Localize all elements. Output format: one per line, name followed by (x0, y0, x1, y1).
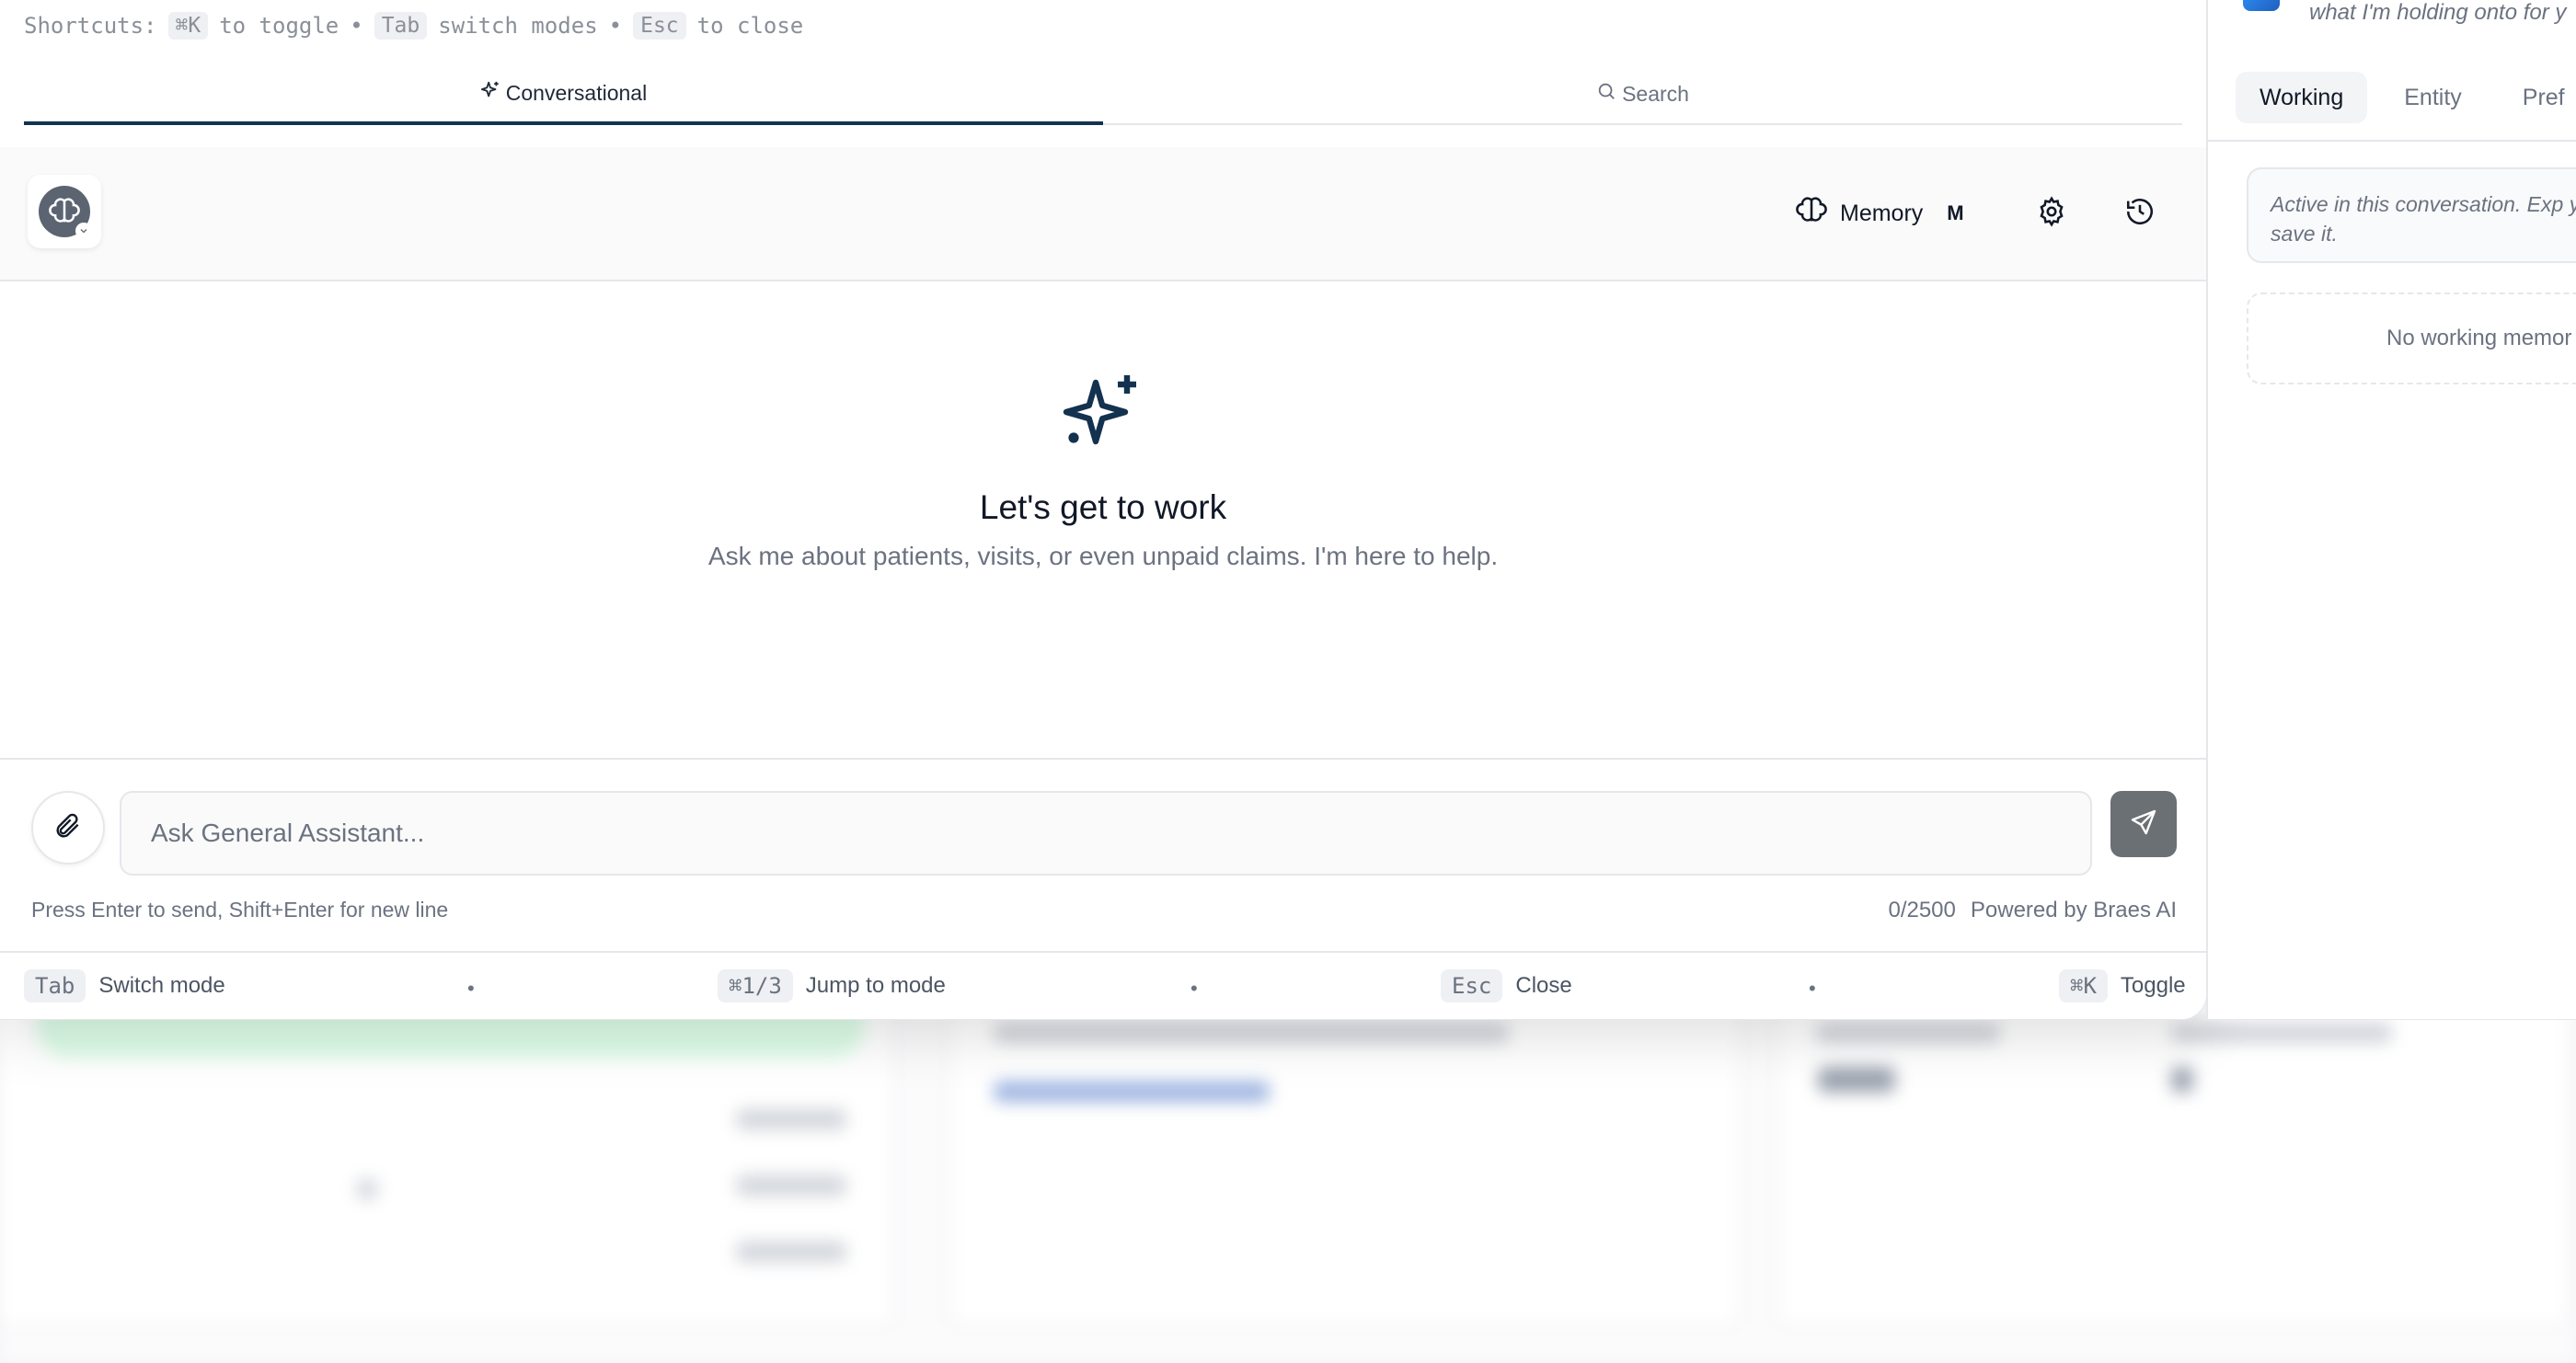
tab-preferences[interactable]: Pref (2499, 72, 2576, 123)
panel-intro: what I'm holding onto for y (2309, 0, 2567, 25)
shortcut-text: switch modes (438, 13, 598, 39)
paperclip-icon (53, 811, 83, 845)
send-icon (2129, 807, 2158, 842)
kbd-toggle: ⌘K (167, 12, 209, 40)
kbd-key: Esc (1441, 969, 1503, 1002)
kbd-key: ⌘1/3 (718, 969, 793, 1002)
message-input[interactable] (120, 791, 2092, 876)
tab-conversational[interactable]: Conversational (24, 64, 1103, 125)
send-hint: Press Enter to send, Shift+Enter for new… (31, 898, 449, 922)
empty-subtitle: Ask me about patients, visits, or even u… (707, 542, 1499, 570)
brain-icon (1796, 195, 1827, 233)
footer-separator: • (1190, 977, 1198, 1000)
memory-panel: what I'm holding onto for y Working Enti… (2206, 0, 2576, 1020)
shortcut-hint: Shortcuts: ⌘K to toggle • Tab switch mod… (24, 7, 803, 44)
sparkle-icon (480, 80, 500, 106)
footer-label: Jump to mode (805, 973, 946, 998)
composer-meta: 0/2500 Powered by Braes AI (1888, 898, 2177, 923)
attach-button[interactable] (31, 791, 105, 865)
gear-icon (2036, 195, 2067, 232)
tab-label: Conversational (505, 80, 648, 105)
footer-item-switch-mode: Tab Switch mode (24, 969, 225, 1002)
empty-state: Let's get to work Ask me about patients,… (0, 368, 2206, 571)
working-memory-note: Active in this conversation. Exp you sav… (2247, 167, 2576, 263)
history-button[interactable] (2118, 191, 2162, 235)
sparkle-icon (1059, 375, 1147, 460)
empty-title: Let's get to work (979, 488, 1227, 526)
send-button[interactable] (2110, 791, 2177, 857)
footer-label: Switch mode (98, 973, 225, 998)
brain-icon (39, 186, 92, 239)
divider (2208, 140, 2576, 142)
footer-item-jump-to-mode: ⌘1/3 Jump to mode (718, 969, 946, 1002)
assistant-modal: Shortcuts: ⌘K to toggle • Tab switch mod… (0, 0, 2207, 1020)
working-memory-empty: No working memor (2247, 292, 2576, 384)
chat-header: Memory M (0, 147, 2206, 281)
memory-shortcut: M (1947, 201, 1964, 224)
footer-item-close: Esc Close (1441, 969, 1572, 1002)
kbd-esc: Esc (633, 12, 686, 40)
char-count: 0/2500 (1888, 898, 1956, 922)
footer-label: Close (1515, 973, 1572, 998)
settings-button[interactable] (2030, 191, 2074, 235)
tab-working[interactable]: Working (2236, 72, 2368, 123)
chevron-down-icon (75, 223, 92, 239)
composer: Press Enter to send, Shift+Enter for new… (0, 758, 2206, 953)
memory-tabs: Working Entity Pref (2236, 72, 2576, 123)
shortcut-text: to toggle (219, 13, 339, 39)
assistant-selector[interactable] (28, 175, 101, 248)
shortcut-label: Shortcuts: (24, 13, 157, 39)
footer-separator: • (1809, 977, 1816, 1000)
powered-by: Powered by Braes AI (1970, 898, 2177, 922)
mode-tabs: Conversational Search (24, 64, 2182, 125)
memory-label: Memory (1840, 200, 1924, 226)
footer-label: Toggle (2120, 973, 2186, 998)
tab-entity[interactable]: Entity (2380, 72, 2486, 123)
footer-separator: • (467, 977, 475, 1000)
kbd-key: Tab (24, 969, 86, 1002)
app-logo-icon (2243, 0, 2280, 11)
search-icon (1596, 81, 1616, 107)
shortcut-footer: Tab Switch mode • ⌘1/3 Jump to mode • Es… (0, 951, 2206, 1019)
history-icon (2124, 196, 2156, 232)
shortcut-separator: • (350, 13, 363, 39)
shortcut-text: to close (696, 13, 804, 39)
shortcut-separator: • (608, 13, 623, 39)
kbd-tab: Tab (374, 12, 428, 40)
tab-search[interactable]: Search (1103, 64, 2182, 123)
kbd-key: ⌘K (2059, 969, 2108, 1002)
memory-button[interactable]: Memory M (1796, 191, 1964, 235)
tab-label: Search (1622, 81, 1689, 106)
footer-item-toggle: ⌘K Toggle (2059, 969, 2186, 1002)
